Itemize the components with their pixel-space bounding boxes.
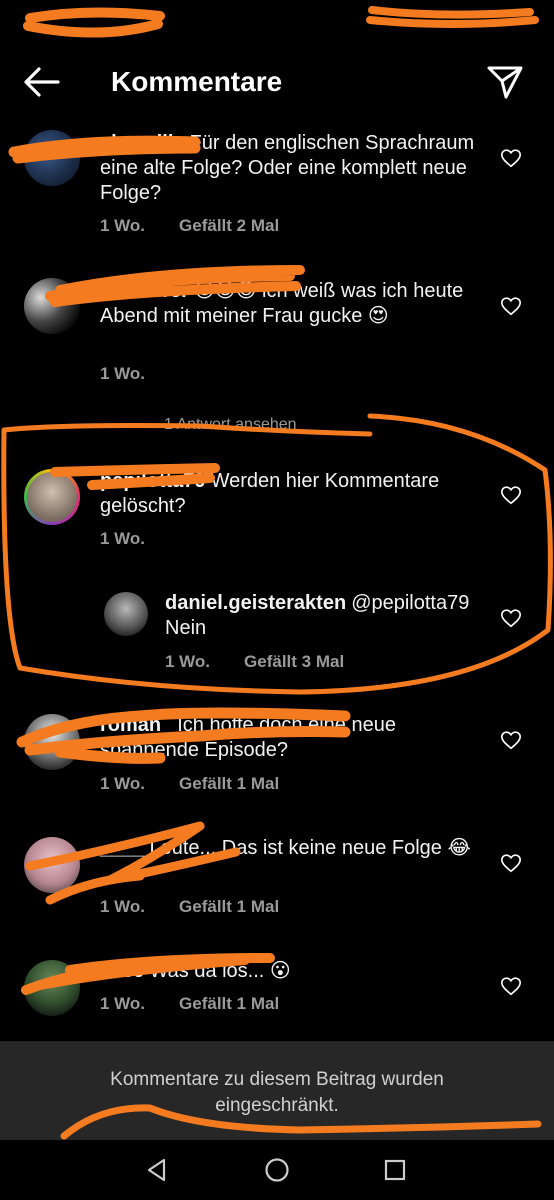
reply-username[interactable]: daniel.geisterakten	[165, 592, 346, 614]
comment-time: 1 Wo.	[100, 897, 146, 916]
comment-meta: 1 Wo.	[100, 364, 179, 384]
nav-home-icon[interactable]	[264, 1157, 290, 1183]
divider	[100, 424, 152, 426]
system-nav-bar	[0, 1140, 554, 1200]
heart-icon[interactable]	[500, 147, 522, 169]
avatar[interactable]	[24, 714, 80, 770]
comment-likes[interactable]: Gefällt 1 Mal	[179, 994, 279, 1013]
comment-likes[interactable]: Gefällt 1 Mal	[179, 897, 279, 916]
avatar[interactable]	[24, 469, 80, 525]
avatar[interactable]	[104, 592, 148, 636]
reply-meta: 1 Wo. Gefällt 3 Mal	[165, 652, 378, 672]
comment-username[interactable]: 1969	[100, 960, 145, 982]
comment-likes[interactable]: Gefällt 1 Mal	[179, 774, 279, 793]
heart-icon[interactable]	[500, 975, 522, 997]
heart-icon[interactable]	[500, 852, 522, 874]
header: Kommentare	[0, 50, 554, 114]
comment-text: 1969 Was da los... 😮	[100, 960, 291, 982]
avatar[interactable]	[24, 130, 80, 186]
heart-icon[interactable]	[500, 295, 522, 317]
comment-time: 1 Wo.	[100, 529, 146, 548]
comment-time: 1 Wo.	[100, 774, 146, 793]
arrow-left-icon	[24, 67, 60, 97]
comment-meta: 1 Wo. Gefällt 1 Mal	[100, 994, 313, 1014]
heart-icon[interactable]	[500, 729, 522, 751]
share-button[interactable]	[486, 64, 524, 100]
comment-username[interactable]: roman_	[100, 714, 172, 736]
comment-text: pepilotta79 Werden hier Kommentare gelösc…	[100, 470, 440, 517]
back-button[interactable]	[22, 64, 62, 100]
comment-username[interactable]: sky_pille	[100, 132, 185, 154]
avatar[interactable]	[24, 960, 80, 1016]
restricted-line-1: Kommentare zu diesem Beitrag wurden	[110, 1069, 444, 1090]
comment-text: sky_pille Für den englischen Sprachraum e…	[100, 132, 475, 204]
avatar[interactable]	[24, 278, 80, 334]
view-replies-button[interactable]: 1 Antwort ansehen	[100, 416, 297, 434]
comment-username[interactable]: wanderer	[100, 280, 189, 302]
nav-recents-icon[interactable]	[382, 1157, 408, 1183]
comment-username[interactable]: pepilotta79	[100, 470, 206, 492]
comment-text: ____ Leute... Das ist keine neue Folge 😂	[100, 837, 471, 859]
restricted-line-2: eingeschränkt.	[215, 1095, 339, 1116]
comment-meta: 1 Wo. Gefällt 2 Mal	[100, 216, 313, 236]
comments-restricted-banner: Kommentare zu diesem Beitrag wurden eing…	[0, 1041, 554, 1140]
comment-text: wanderer 😍😍😍 ich weiß was ich heute Abend…	[100, 280, 464, 327]
comment-meta: 1 Wo.	[100, 529, 179, 549]
paper-plane-icon	[487, 66, 523, 99]
nav-back-icon[interactable]	[144, 1157, 170, 1183]
comment-likes[interactable]: Gefällt 2 Mal	[179, 216, 279, 235]
status-bar	[0, 0, 554, 40]
reply-time: 1 Wo.	[165, 652, 211, 671]
comment-text: roman_ Ich hoffe doch eine neue spannende…	[100, 714, 396, 761]
comment-time: 1 Wo.	[100, 364, 146, 383]
reply-text: daniel.geisterakten @pepilotta79 Nein	[165, 592, 470, 639]
comment-time: 1 Wo.	[100, 994, 146, 1013]
highlight-circle	[1, 413, 553, 695]
comment-meta: 1 Wo. Gefällt 1 Mal	[100, 897, 313, 917]
reply-likes[interactable]: Gefällt 3 Mal	[244, 652, 344, 671]
heart-icon[interactable]	[500, 607, 522, 629]
comment-time: 1 Wo.	[100, 216, 146, 235]
heart-icon[interactable]	[500, 484, 522, 506]
avatar[interactable]	[24, 837, 80, 893]
page-title: Kommentare	[111, 66, 283, 97]
comment-meta: 1 Wo. Gefällt 1 Mal	[100, 774, 313, 794]
comment-username[interactable]: ____	[100, 837, 145, 859]
